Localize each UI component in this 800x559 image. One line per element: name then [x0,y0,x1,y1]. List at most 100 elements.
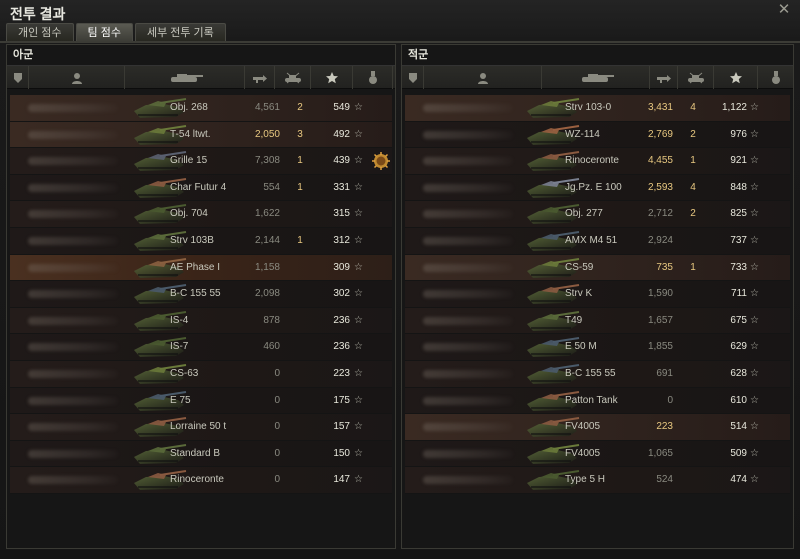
column-medal[interactable] [353,66,393,89]
player-row[interactable]: Char Futur 4 554 1 331 ☆ [10,174,392,202]
xp-value: 711 [731,288,747,300]
xp-value: 848 [730,181,747,193]
tab-personal-score[interactable]: 개인 점수 [6,23,74,42]
xp-value: 976 [730,128,747,140]
xp-star-icon: ☆ [750,128,759,140]
column-medal[interactable] [758,66,794,89]
player-row[interactable]: FV4005 1,065 509 ☆ [405,440,790,468]
player-row[interactable]: E 50 M 1,855 629 ☆ [405,334,790,361]
player-row[interactable]: WZ-114 2,769 2 976 ☆ [405,121,790,149]
allies-column-header [7,65,395,89]
xp-star-icon: ☆ [750,341,759,353]
xp-value: 628 [730,367,747,379]
player-name-blurred [423,316,513,325]
damage-value: 460 [263,341,280,353]
tab-team-score[interactable]: 팀 점수 [75,23,133,42]
tank-name: WZ-114 [565,128,600,140]
player-row[interactable]: AE Phase I 1,158 309 ☆ [10,254,392,282]
xp-star-icon: ☆ [750,421,759,433]
tank-name: E 75 [170,394,191,406]
player-name-blurred [423,263,513,272]
tank-name: Obj. 268 [170,102,208,113]
column-kills[interactable] [275,66,311,89]
player-name-blurred [423,369,513,378]
player-row[interactable]: Strv K 1,590 711 ☆ [405,281,790,308]
damage-value: 4,455 [647,155,673,167]
column-damage[interactable] [245,66,275,89]
xp-value: 439 [333,155,350,167]
column-platoon[interactable] [402,66,424,89]
player-row[interactable]: Jg.Pz. E 100 2,593 4 848 ☆ [405,174,790,202]
player-name-blurred [28,476,118,485]
player-row[interactable]: Patton Tank 0 610 ☆ [405,387,790,415]
player-row[interactable]: Obj. 277 2,712 2 825 ☆ [405,201,790,228]
player-row[interactable]: Lorraine 50 t 0 157 ☆ [10,414,392,441]
column-damage[interactable] [650,66,678,89]
player-row[interactable]: Obj. 704 1,622 315 ☆ [10,201,392,228]
battle-results-window: 전투 결과 ✕ 개인 점수 팀 점수 세부 전투 기록 아군 Obj. 268 4… [0,0,800,559]
column-kills[interactable] [678,66,714,89]
player-name-blurred [28,210,118,219]
tab-detailed-battle-log[interactable]: 세부 전투 기록 [134,23,226,42]
column-tank[interactable] [125,66,245,89]
damage-value: 735 [656,261,673,273]
player-name-blurred [423,183,513,192]
column-player[interactable] [424,66,542,89]
player-row[interactable]: Grille 15 7,308 1 439 ☆ [10,148,392,175]
damage-value: 4,561 [254,102,280,113]
player-row[interactable]: CS-63 0 223 ☆ [10,360,392,388]
damage-value: 223 [656,421,673,433]
damage-value: 2,712 [647,208,673,220]
player-name-blurred [423,104,513,112]
column-platoon[interactable] [7,66,29,89]
player-row[interactable]: FV4005 223 514 ☆ [405,414,790,441]
player-row[interactable]: Rinoceronte 4,455 1 921 ☆ [405,148,790,175]
close-icon[interactable]: ✕ [776,2,792,18]
xp-value: 157 [333,421,350,433]
player-row[interactable]: IS-4 878 236 ☆ [10,307,392,335]
player-icon [477,72,489,84]
player-row[interactable]: T49 1,657 675 ☆ [405,307,790,335]
player-row[interactable]: Strv 103B 2,144 1 312 ☆ [10,227,392,255]
player-row[interactable]: B-C 155 55 691 628 ☆ [405,360,790,388]
player-row[interactable]: Strv 103-0 3,431 4 1,122 ☆ [405,95,790,122]
xp-value: 514 [730,421,747,433]
column-xp-star[interactable] [714,66,758,89]
kills-value: 2 [297,102,303,113]
column-player[interactable] [29,66,125,89]
player-row[interactable]: T-54 ltwt. 2,050 3 492 ☆ [10,121,392,149]
player-row[interactable]: CS-59 735 1 733 ☆ [405,254,790,282]
damage-value: 7,308 [254,155,280,167]
player-name-blurred [423,210,513,219]
enemies-column-header [402,65,794,89]
player-row[interactable]: Obj. 268 4,561 2 549 ☆ [10,95,392,122]
medal-icon [771,70,781,85]
player-row[interactable]: E 75 0 175 ☆ [10,387,392,415]
column-tank[interactable] [542,66,650,89]
xp-star-icon: ☆ [354,234,363,246]
enemies-title: 적군 [408,49,429,61]
player-row[interactable]: Rinoceronte 0 147 ☆ [10,467,392,494]
player-row[interactable]: AMX M4 51 2,924 737 ☆ [405,227,790,255]
tank-name: Obj. 277 [565,208,603,220]
player-row[interactable]: B-C 155 55 2,098 302 ☆ [10,281,392,308]
player-name-blurred [423,130,513,139]
damage-value: 0 [274,421,280,433]
player-row[interactable]: Standard B 0 150 ☆ [10,440,392,468]
xp-value: 309 [333,261,350,273]
player-name-blurred [423,396,513,405]
player-row[interactable]: IS-7 460 236 ☆ [10,334,392,361]
xp-value: 236 [333,341,350,353]
achievement-medal-icon[interactable] [372,152,390,171]
tank-name: FV4005 [565,447,601,459]
damage-value: 2,144 [254,234,280,246]
xp-value: 175 [333,394,350,406]
tank-name: Type 5 H [565,474,606,486]
damage-value: 1,657 [647,314,673,326]
damage-value: 1,622 [254,208,280,220]
xp-value: 312 [333,234,350,246]
player-row[interactable]: Type 5 H 524 474 ☆ [405,467,790,494]
column-xp-star[interactable] [311,66,353,89]
allies-panel: 아군 Obj. 268 4,561 2 549 ☆ T-54 ltwt. 2,050 3 492… [6,44,396,549]
tank-name: IS-7 [170,341,189,353]
